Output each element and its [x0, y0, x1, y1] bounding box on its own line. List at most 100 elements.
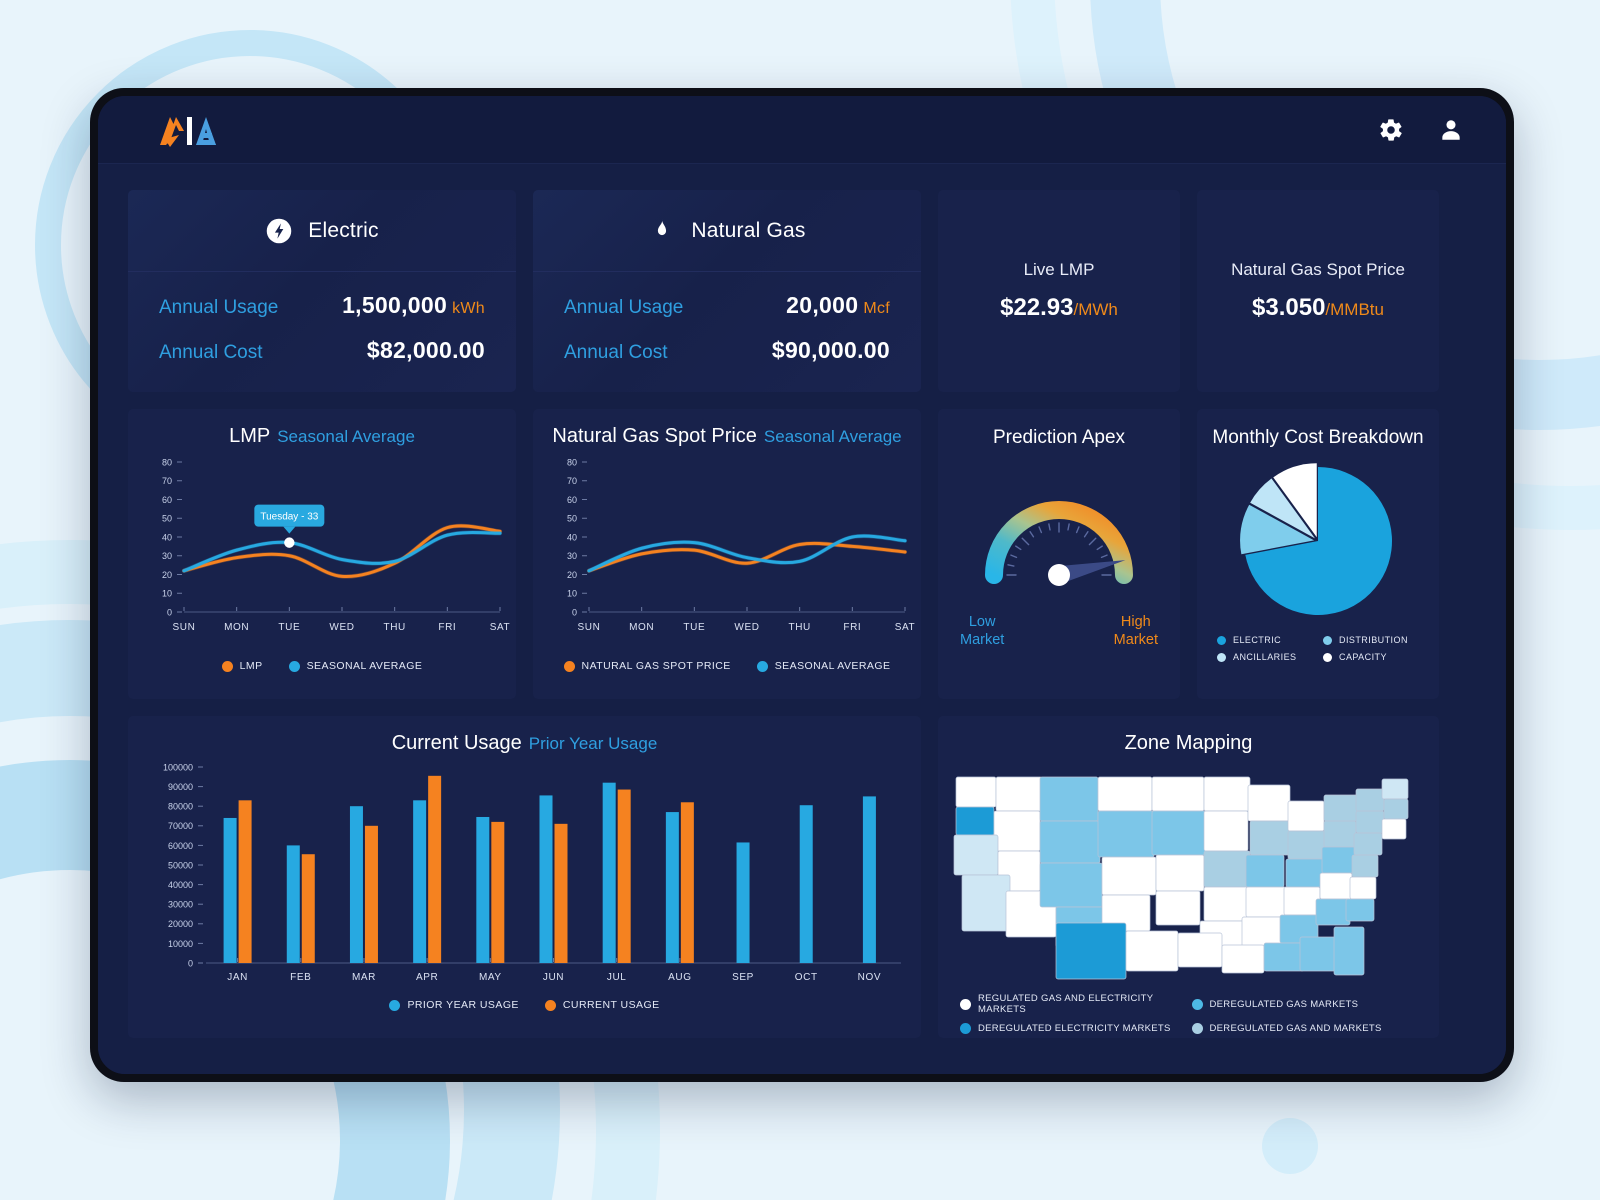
svg-text:90000: 90000 [168, 782, 193, 792]
svg-text:MAY: MAY [479, 972, 502, 983]
legend-item: DEREGULATED ELECTRICITY MARKETS [960, 1023, 1186, 1034]
electric-card-rows: Annual Usage 1,500,000 kWh Annual Cost $8… [128, 272, 516, 364]
row-value: 20,000 Mcf [786, 292, 890, 319]
svg-text:AUG: AUG [668, 972, 691, 983]
legend-label: NATURAL GAS SPOT PRICE [581, 660, 731, 672]
svg-text:TUE: TUE [683, 622, 705, 633]
legend-swatch [1217, 652, 1226, 662]
legend-swatch [563, 660, 575, 672]
monthly-cost-breakdown-title: Monthly Cost Breakdown [1212, 427, 1424, 448]
svg-text:0: 0 [572, 607, 577, 617]
gear-icon[interactable] [1378, 117, 1404, 143]
monthly-cost-breakdown-panel: Monthly Cost Breakdown ELECTRIC DISTRIBU… [1197, 409, 1439, 699]
svg-text:WED: WED [329, 622, 354, 633]
lmp-chart-panel: LMP Seasonal Average 0 10 20 30 40 50 60 70 80 SUN… [128, 409, 516, 699]
svg-text:70000: 70000 [168, 821, 193, 831]
svg-text:JUL: JUL [607, 972, 627, 983]
legend-swatch [1217, 635, 1226, 645]
legend-item: PRIOR YEAR USAGE [389, 999, 518, 1011]
svg-text:30: 30 [162, 551, 172, 561]
gas-spot-chart-header: Natural Gas Spot Price Seasonal Average [533, 409, 921, 448]
svg-text:FRI: FRI [438, 622, 456, 633]
svg-text:50000: 50000 [168, 860, 193, 870]
legend-label: DEREGULATED GAS AND MARKETS [1209, 1023, 1382, 1034]
svg-text:20: 20 [162, 570, 172, 580]
legend-label: SEASONAL AVERAGE [306, 660, 423, 672]
current-usage-panel: Current Usage Prior Year Usage 0 10000 2000… [128, 716, 921, 1038]
row-label: Annual Usage [564, 297, 684, 318]
svg-text:10: 10 [567, 589, 577, 599]
svg-text:THU: THU [383, 622, 405, 633]
current-usage-bar-chart: 0 10000 20000 30000 40000 50000 60000 70000 8000… [163, 762, 901, 983]
svg-text:MON: MON [224, 622, 249, 633]
flame-icon [648, 217, 676, 245]
gas-annual-usage-row: Annual Usage 20,000 Mcf [564, 292, 890, 319]
legend-label: DEREGULATED ELECTRICITY MARKETS [978, 1023, 1171, 1034]
legend-swatch [221, 660, 233, 672]
company-logo[interactable] [146, 109, 228, 151]
legend-label: CURRENT USAGE [562, 999, 660, 1011]
lmp-chart-legend: LMP SEASONAL AVERAGE [128, 660, 516, 672]
svg-text:Tuesday - 33: Tuesday - 33 [260, 512, 318, 523]
gas-spot-chart-panel: Natural Gas Spot Price Seasonal Average 0… [533, 409, 921, 699]
svg-text:JUN: JUN [543, 972, 564, 983]
tablet-frame: Electric Annual Usage 1,500,000 kWh Annua… [90, 88, 1514, 1082]
legend-swatch [389, 999, 401, 1011]
svg-text:60: 60 [162, 495, 172, 505]
kpi-amount: $3.050 [1252, 294, 1326, 321]
svg-text:20000: 20000 [168, 919, 193, 929]
kpi-natural-gas-spot-price: Natural Gas Spot Price $3.050/MMBtu [1197, 190, 1439, 392]
svg-text:NOV: NOV [858, 972, 881, 983]
electric-card: Electric Annual Usage 1,500,000 kWh Annua… [128, 190, 516, 392]
row-value-number: 20,000 [786, 292, 859, 318]
row-value-unit: Mcf [863, 300, 890, 317]
legend-item: DEREGULATED GAS AND MARKETS [1191, 1023, 1418, 1034]
legend-item: LMP [221, 660, 263, 672]
svg-text:SAT: SAT [490, 622, 511, 633]
svg-text:JAN: JAN [227, 972, 248, 983]
svg-text:SEP: SEP [732, 972, 754, 983]
dashboard-screen: Electric Annual Usage 1,500,000 kWh Annua… [98, 96, 1506, 1074]
svg-text:40000: 40000 [168, 880, 193, 890]
current-usage-subtitle: Prior Year Usage [528, 734, 658, 753]
lmp-line-chart: 0 10 20 30 40 50 60 70 80 SUN MON TUE WED THU FRI SAT Tu… [162, 457, 511, 633]
legend-item: ANCILLARIES [1217, 652, 1313, 662]
legend-swatch [960, 998, 971, 1010]
legend-item: CURRENT USAGE [544, 999, 660, 1011]
svg-text:OCT: OCT [795, 972, 818, 983]
gauge-labels: Low Market High Market [938, 613, 1180, 649]
prediction-apex-gauge [985, 501, 1133, 586]
kpi-amount: $22.93 [1000, 294, 1074, 321]
svg-text:20: 20 [567, 570, 577, 580]
legend-swatch [1191, 1023, 1203, 1034]
svg-text:THU: THU [788, 622, 810, 633]
natural-gas-card-title: Natural Gas [691, 218, 806, 242]
legend-item: DEREGULATED GAS MARKETS [1191, 993, 1418, 1015]
gas-spot-chart-title: Natural Gas Spot Price [552, 425, 757, 447]
svg-text:WED: WED [734, 622, 759, 633]
electric-annual-cost-row: Annual Cost $82,000.00 [159, 337, 485, 364]
svg-text:0: 0 [167, 607, 172, 617]
legend-swatch [1323, 635, 1332, 645]
user-icon[interactable] [1438, 117, 1464, 143]
legend-item: ELECTRIC [1217, 635, 1313, 645]
svg-text:80: 80 [162, 457, 172, 467]
legend-label: REGULATED GAS AND ELECTRICITY MARKETS [978, 993, 1154, 1015]
svg-text:70: 70 [567, 476, 577, 486]
current-usage-header: Current Usage Prior Year Usage [128, 716, 921, 755]
svg-text:SUN: SUN [578, 622, 601, 633]
svg-text:30: 30 [567, 551, 577, 561]
legend-item: REGULATED GAS AND ELECTRICITY MARKETS [960, 993, 1186, 1015]
gas-spot-chart-subtitle: Seasonal Average [763, 427, 902, 446]
legend-item: CAPACITY [1323, 652, 1419, 662]
current-usage-title: Current Usage [391, 732, 522, 754]
kpi-unit: /MWh [1073, 300, 1118, 319]
row-label: Annual Cost [159, 342, 263, 363]
legend-label: PRIOR YEAR USAGE [407, 999, 519, 1011]
svg-text:30000: 30000 [168, 900, 193, 910]
legend-swatch [1323, 652, 1332, 662]
svg-text:SAT: SAT [895, 622, 916, 633]
kpi-live-lmp: Live LMP $22.93/MWh [938, 190, 1180, 392]
legend-swatch [756, 660, 768, 672]
legend-label: DEREGULATED GAS MARKETS [1209, 998, 1359, 1010]
